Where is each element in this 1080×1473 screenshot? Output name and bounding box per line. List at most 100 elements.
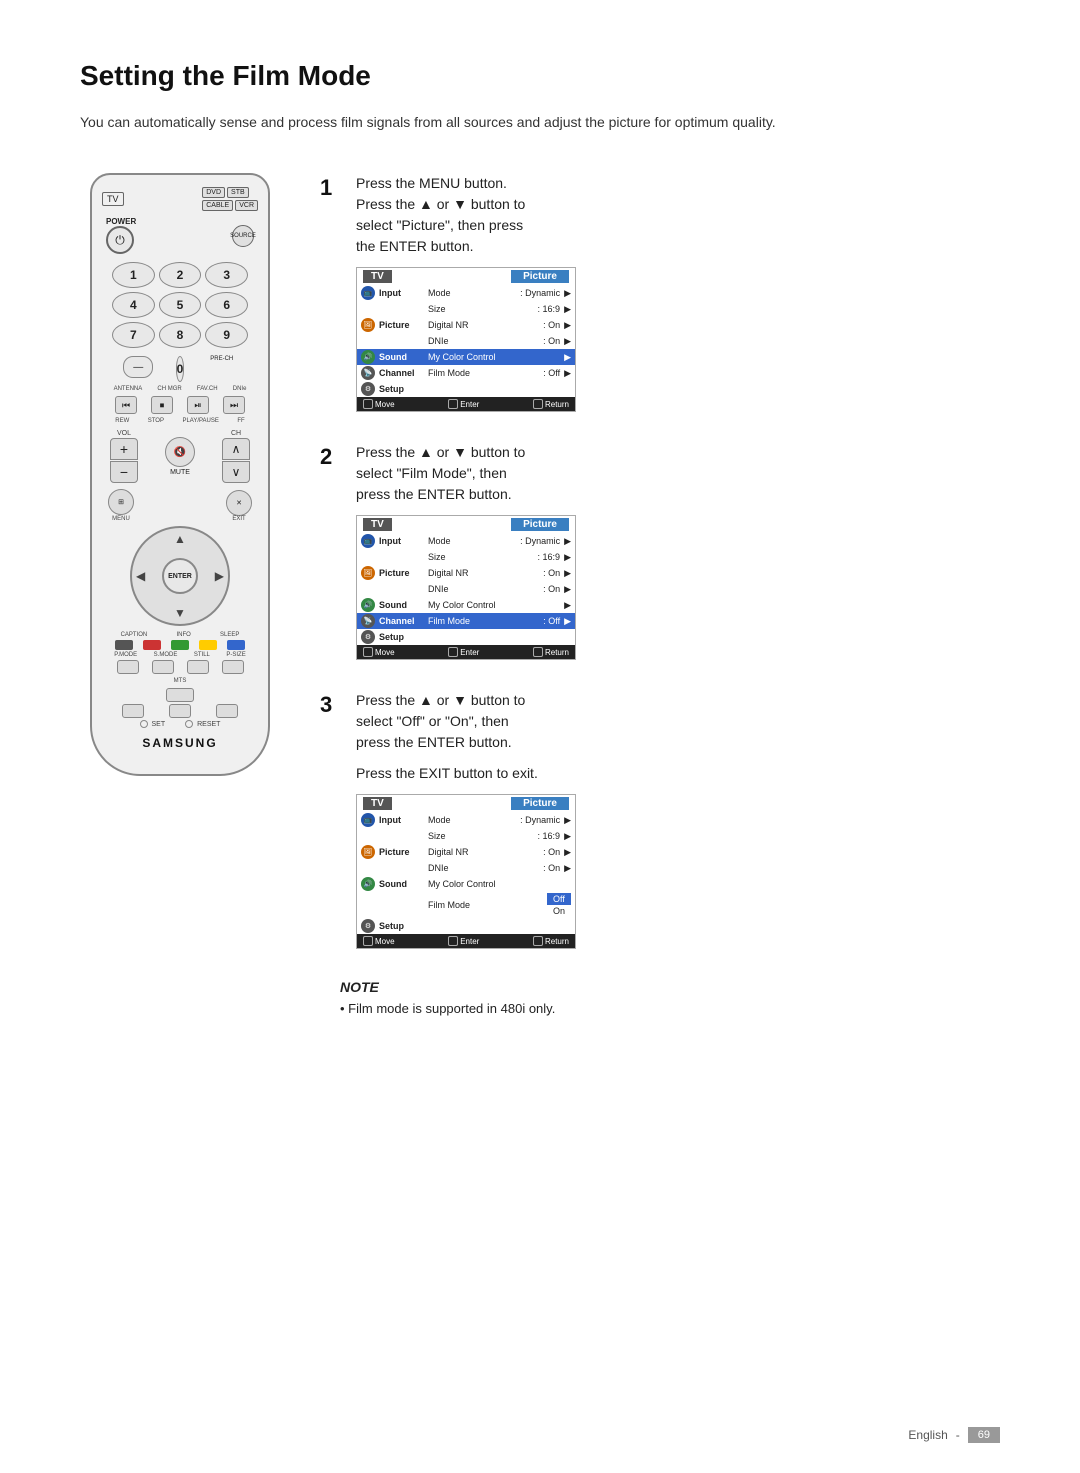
btn-1[interactable]: 1 xyxy=(112,262,155,288)
color-btn-blue[interactable] xyxy=(227,640,245,650)
cable-btn[interactable]: CABLE xyxy=(202,200,233,211)
footer-move-1: Move xyxy=(363,399,395,409)
screen3-row-size: Size : 16:9 ▶ xyxy=(357,828,575,844)
screen2-footer: Move Enter Return xyxy=(357,645,575,659)
picture-icon-3: 🖼 xyxy=(361,845,375,859)
info-label: INFO xyxy=(176,632,190,638)
input-icon-2: 📺 xyxy=(361,534,375,548)
return-icon-1 xyxy=(533,399,543,409)
extra-btn-3[interactable] xyxy=(216,704,238,718)
btn-9[interactable]: 9 xyxy=(205,322,248,348)
step-3-extra: Press the EXIT button to exit. xyxy=(356,763,1000,784)
antenna-label: ANTENNA xyxy=(114,386,143,392)
playpause-label: PLAY/PAUSE xyxy=(182,418,218,424)
step-1-line-2: Press the ▲ or ▼ button to xyxy=(356,196,525,212)
screen3-header: TV Picture xyxy=(357,795,575,812)
ff-label: FF xyxy=(237,418,244,424)
stop-btn[interactable]: ⏹ xyxy=(151,396,173,414)
btn-3[interactable]: 3 xyxy=(205,262,248,288)
mute-btn[interactable]: 🔇 xyxy=(165,437,195,467)
enter-label-3: Enter xyxy=(460,937,479,946)
nav-left-btn[interactable]: ◀ xyxy=(136,569,145,583)
btn-8[interactable]: 8 xyxy=(159,322,202,348)
dropdown-on[interactable]: On xyxy=(547,905,571,917)
exit-btn[interactable]: ✕ EXIT xyxy=(226,490,252,522)
ch-up-btn[interactable]: ∧ xyxy=(222,438,250,460)
btn-2[interactable]: 2 xyxy=(159,262,202,288)
color-btn-green[interactable] xyxy=(171,640,189,650)
screen3-footer: Move Enter Return xyxy=(357,934,575,948)
btn-5[interactable]: 5 xyxy=(159,292,202,318)
btn-6[interactable]: 6 xyxy=(205,292,248,318)
blank-icon-3c xyxy=(361,898,375,912)
vol-down-btn[interactable]: − xyxy=(110,461,138,483)
step-3-content: Press the ▲ or ▼ button to select "Off" … xyxy=(356,690,1000,949)
screen3-row-picture: 🖼 Picture Digital NR : On ▶ xyxy=(357,844,575,860)
move-label-3: Move xyxy=(375,937,395,946)
transport-row: ⏮ ⏹ ⏯ ⏭ xyxy=(108,396,252,414)
mode-val-2: : Dynamic xyxy=(520,536,560,546)
step-1: 1 Press the MENU button. Press the ▲ or … xyxy=(320,173,1000,412)
nav-up-btn[interactable]: ▲ xyxy=(174,532,186,546)
screen2-row-picture: 🖼 Picture Digital NR : On ▶ xyxy=(357,565,575,581)
pmode-btn[interactable] xyxy=(117,660,139,674)
ff-btn[interactable]: ⏭ xyxy=(223,396,245,414)
color-btn-red[interactable] xyxy=(143,640,161,650)
picture-icon-2: 🖼 xyxy=(361,566,375,580)
btn-0[interactable]: 0 xyxy=(176,356,185,382)
enter-btn[interactable]: ENTER xyxy=(162,558,198,594)
dash-btn[interactable]: — xyxy=(123,356,153,378)
smode-label: S.MODE xyxy=(154,652,178,658)
vcr-btn[interactable]: VCR xyxy=(235,200,258,211)
vol-up-btn[interactable]: + xyxy=(110,438,138,460)
step-3-line-3: press the ENTER button. xyxy=(356,734,512,750)
mts-btn[interactable] xyxy=(166,688,194,702)
size-val-3: : 16:9 xyxy=(538,831,561,841)
play-pause-btn[interactable]: ⏯ xyxy=(187,396,209,414)
sound-label-2: Sound xyxy=(379,600,424,610)
exit-icon: ✕ xyxy=(236,499,242,507)
power-button[interactable]: ⏻ xyxy=(106,226,134,254)
btn-4[interactable]: 4 xyxy=(112,292,155,318)
set-label: SET xyxy=(140,720,166,728)
power-label: POWER xyxy=(106,217,136,226)
btn-7[interactable]: 7 xyxy=(112,322,155,348)
footer-return-1: Return xyxy=(533,399,569,409)
stb-btn[interactable]: STB xyxy=(227,187,249,198)
ch-down-btn[interactable]: ∨ xyxy=(222,461,250,483)
size-arrow-3: ▶ xyxy=(564,831,571,842)
favch-label: FAV.CH xyxy=(197,386,218,392)
extra-btn-2[interactable] xyxy=(169,704,191,718)
mute-label: MUTE xyxy=(170,469,190,476)
filmmode-val-2: : Off xyxy=(543,616,560,626)
input-icon-3: 📺 xyxy=(361,813,375,827)
mycolor-text-2: My Color Control xyxy=(428,600,556,610)
menu-btn[interactable]: ⊞ MENU xyxy=(108,489,134,522)
screen3-row-1: 📺 Input Mode : Dynamic ▶ xyxy=(357,812,575,828)
extra-btn-1[interactable] xyxy=(122,704,144,718)
screen1-header-left: TV xyxy=(363,270,392,283)
still-btn[interactable] xyxy=(187,660,209,674)
footer-dash: - xyxy=(956,1428,960,1442)
mode-text-2: Mode xyxy=(428,536,516,546)
rew-btn[interactable]: ⏮ xyxy=(115,396,137,414)
dvd-btn[interactable]: DVD xyxy=(202,187,225,198)
color-btn-dark[interactable] xyxy=(115,640,133,650)
dropdown-off[interactable]: Off xyxy=(547,893,571,905)
ch-label: CH xyxy=(231,430,241,437)
smode-btn[interactable] xyxy=(152,660,174,674)
input-label-3: Input xyxy=(379,815,424,825)
screen3-header-right: Picture xyxy=(511,797,569,810)
nav-down-btn[interactable]: ▼ xyxy=(174,606,186,620)
dnie-label: DNIe xyxy=(233,386,247,392)
reset-label: RESET xyxy=(185,720,220,728)
nav-right-btn[interactable]: ▶ xyxy=(215,569,224,583)
color-btn-yellow[interactable] xyxy=(199,640,217,650)
footer-move-2: Move xyxy=(363,647,395,657)
psize-btn[interactable] xyxy=(222,660,244,674)
blank-icon-3a xyxy=(361,829,375,843)
mode-val-1: : Dynamic xyxy=(520,288,560,298)
size-val-1: : 16:9 xyxy=(538,304,561,314)
screen1-header: TV Picture xyxy=(357,268,575,285)
source-button[interactable]: SOURCE xyxy=(232,225,254,247)
